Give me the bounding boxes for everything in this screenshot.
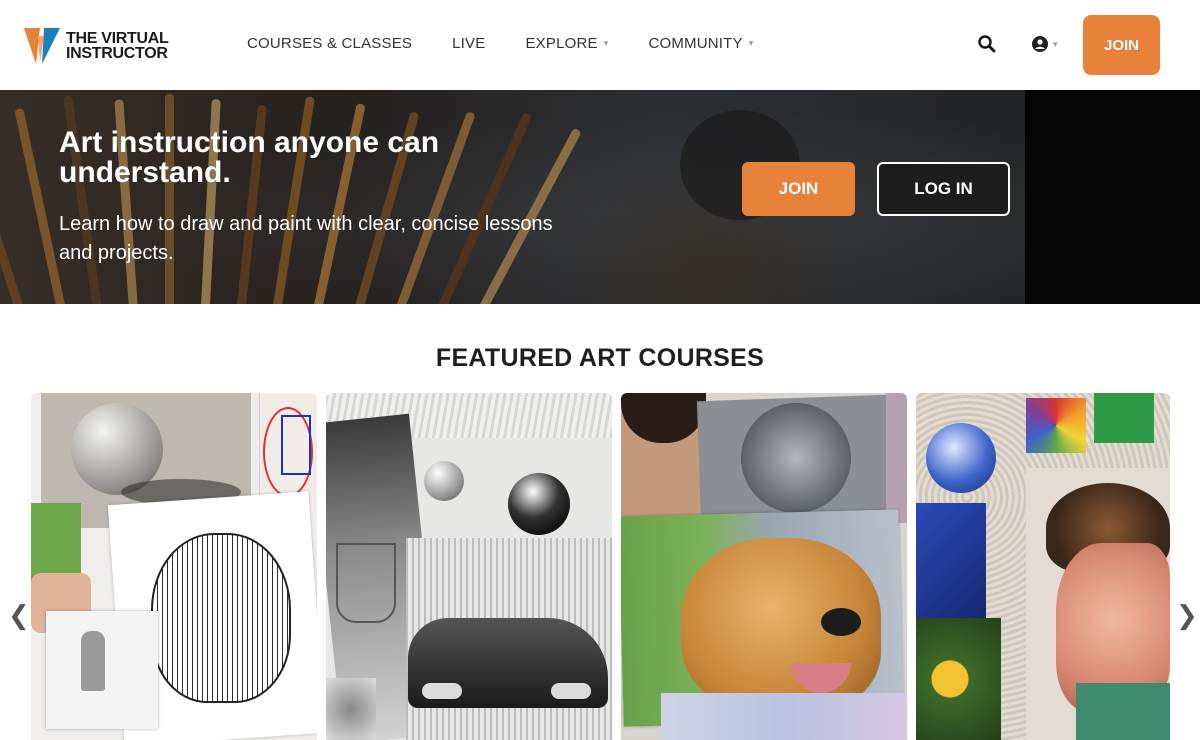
hero-dark-panel (1025, 90, 1200, 304)
chevron-down-icon: ▾ (603, 38, 609, 48)
chevron-down-icon: ▾ (748, 38, 754, 48)
sunflower-painting (916, 618, 1001, 740)
course-card-pencil-drawing[interactable] (326, 393, 612, 740)
hero-title: Art instruction anyone can understand. (59, 126, 440, 189)
course-card-oil-painting[interactable] (916, 393, 1170, 740)
eagle-drawing-image (326, 678, 376, 740)
search-icon[interactable] (977, 34, 997, 54)
hero-login-button[interactable]: LOG IN (877, 162, 1010, 216)
course-card-colored-pencil[interactable] (621, 393, 907, 740)
hero-subtitle: Learn how to draw and paint with clear, … (59, 213, 553, 264)
nav-label: EXPLORE (525, 35, 598, 52)
nav-live[interactable]: LIVE (452, 35, 485, 52)
glass-sphere-painting (926, 423, 996, 493)
carousel-next-icon[interactable]: ❯ (1176, 600, 1198, 631)
chrome-sphere-drawing (508, 473, 570, 535)
logo-text: THE VIRTUAL INSTRUCTOR (66, 30, 169, 62)
nav-explore[interactable]: EXPLORE ▾ (525, 35, 608, 52)
nav-community[interactable]: COMMUNITY ▾ (648, 35, 753, 52)
nav-label: LIVE (452, 35, 486, 52)
header-join-button[interactable]: JOIN (1083, 15, 1160, 75)
featured-courses-title: FEATURED ART COURSES (435, 344, 765, 372)
main-nav: COURSES & CLASSES LIVE EXPLORE ▾ COMMUNI… (247, 35, 793, 52)
nav-label: COMMUNITY (648, 35, 743, 52)
site-logo[interactable]: THE VIRTUAL INSTRUCTOR (22, 26, 169, 66)
nav-courses-classes[interactable]: COURSES & CLASSES (247, 35, 412, 52)
account-menu[interactable]: ▾ (1032, 36, 1058, 52)
hero-join-button[interactable]: JOIN (742, 162, 855, 216)
logo-line-2: INSTRUCTOR (66, 45, 168, 62)
color-wheel-image (1026, 398, 1086, 453)
hero-banner: Art instruction anyone can understand. L… (0, 90, 1200, 304)
course-card-drawing-basics[interactable] (31, 393, 317, 740)
chevron-down-icon: ▾ (1053, 38, 1058, 49)
logo-icon (24, 28, 60, 64)
carousel-prev-icon[interactable]: ❮ (8, 600, 30, 631)
logo-line-1: THE VIRTUAL (66, 30, 169, 47)
site-header: THE VIRTUAL INSTRUCTOR COURSES & CLASSES… (0, 0, 1200, 90)
user-icon (1032, 36, 1048, 52)
blue-cube-painting (916, 503, 986, 623)
green-swatch-image (1094, 393, 1154, 443)
nav-label: COURSES & CLASSES (247, 35, 413, 52)
hero-overlay (0, 90, 1025, 304)
